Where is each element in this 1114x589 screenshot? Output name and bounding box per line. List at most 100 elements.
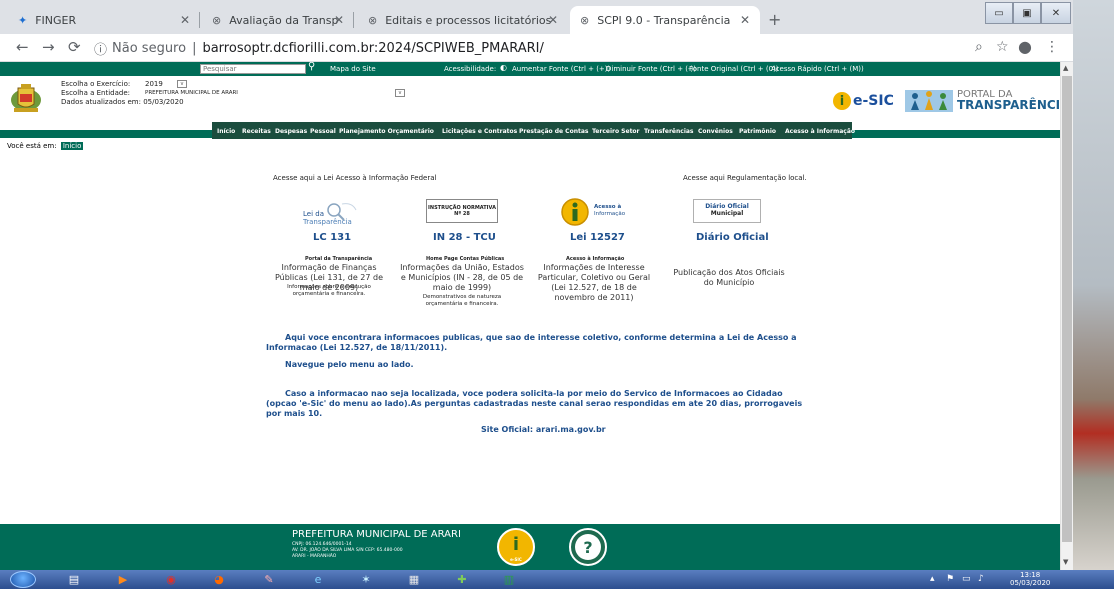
- menu-terceiro-setor[interactable]: Terceiro Setor: [592, 128, 640, 135]
- exercise-select[interactable]: 2019: [145, 80, 163, 88]
- globe-icon: ⊗: [580, 13, 590, 27]
- contrast-icon[interactable]: ◐: [500, 63, 507, 72]
- site-map-link[interactable]: Mapa do Site: [330, 65, 376, 73]
- firefox-icon[interactable]: ◕: [203, 571, 235, 588]
- footer-esic-button[interactable]: i e-SIC: [497, 528, 535, 566]
- request-paragraph: Caso a informacao nao seja localizada, v…: [266, 389, 803, 418]
- tab-title: FINGER: [35, 13, 77, 27]
- close-icon[interactable]: ✕: [334, 13, 344, 27]
- chrome-icon[interactable]: ◉: [155, 571, 187, 588]
- maximize-button[interactable]: ▣: [1013, 2, 1041, 24]
- clock[interactable]: 13:18 05/03/2020: [1010, 571, 1050, 587]
- menu-convenios[interactable]: Convênios: [698, 128, 733, 135]
- start-button[interactable]: [10, 571, 36, 588]
- media-player-icon[interactable]: ▶: [107, 571, 139, 588]
- url-text: barrosoptr.dcfiorilli.com.br:2024/SCPIWE…: [202, 40, 544, 56]
- decrease-font-link[interactable]: Diminuir Fonte (Ctrl + (-)): [606, 65, 696, 73]
- close-icon[interactable]: ✕: [180, 13, 190, 27]
- in28-small: Demonstrativos de natureza orçamentária …: [422, 294, 502, 307]
- entity-label: Escolha a Entidade:: [61, 89, 131, 97]
- ie-icon[interactable]: e: [302, 571, 334, 588]
- reload-icon[interactable]: ⟳: [68, 38, 81, 56]
- app-icon[interactable]: ✚: [446, 571, 478, 588]
- official-site-link[interactable]: Site Oficial: arari.ma.gov.br: [481, 425, 606, 435]
- portal-transparencia-logo[interactable]: PORTAL DA TRANSPARÊNCIA: [905, 86, 1060, 114]
- menu-inicio[interactable]: Início: [217, 128, 235, 135]
- menu-acesso-informacao[interactable]: Acesso à Informação: [785, 128, 855, 135]
- network-icon[interactable]: ▭: [962, 574, 971, 584]
- tab-editais[interactable]: ⊗ Editais e processos licitatórios ✕: [358, 6, 568, 34]
- menu-despesas[interactable]: Despesas: [275, 128, 307, 135]
- tab-avaliacao[interactable]: ⊗ Avaliação da Transparência dos / ✕: [202, 6, 354, 34]
- diario-logo-line2: Municipal: [710, 210, 744, 217]
- original-font-link[interactable]: Fonte Original (Ctrl + (0)): [689, 65, 779, 73]
- increase-font-link[interactable]: Aumentar Fonte (Ctrl + (+)): [512, 65, 610, 73]
- scroll-thumb[interactable]: [1062, 76, 1072, 542]
- portal-text: PORTAL DA TRANSPARÊNCIA: [957, 89, 1060, 111]
- quick-access-link[interactable]: Acesso Rápido (Ctrl + (M)): [771, 65, 864, 73]
- close-icon[interactable]: ✕: [548, 13, 558, 27]
- search-input[interactable]: Pesquisar: [200, 64, 306, 74]
- chevron-down-icon[interactable]: v: [177, 80, 187, 88]
- paint-icon[interactable]: ✎: [253, 571, 285, 588]
- breadcrumb: Você está em: Início: [7, 142, 84, 150]
- page-viewport: Pesquisar ⚲ Mapa do Site Acessibilidade:…: [0, 62, 1060, 570]
- tab-finger[interactable]: ✦ FINGER ✕: [8, 6, 200, 34]
- info-icon: i: [512, 533, 520, 555]
- profile-icon[interactable]: ●: [1018, 37, 1032, 56]
- clock-date: 05/03/2020: [1010, 579, 1051, 587]
- new-tab-button[interactable]: +: [768, 10, 781, 29]
- menu-dots-icon[interactable]: ⋮: [1045, 39, 1059, 55]
- tab-title: Avaliação da Transparência dos /: [229, 13, 339, 27]
- in28-title[interactable]: IN 28 - TCU: [433, 232, 496, 243]
- menu-prestacao[interactable]: Prestação de Contas: [519, 128, 588, 135]
- spreadsheet-icon[interactable]: ▥: [493, 571, 525, 588]
- browser-toolbar: ← → ⟳ ⓘ Não seguro | barrosoptr.dcfioril…: [0, 34, 1073, 62]
- lei12527-title[interactable]: Lei 12527: [570, 232, 625, 243]
- tool-icon[interactable]: ✶: [350, 571, 382, 588]
- lc131-title[interactable]: LC 131: [313, 232, 351, 243]
- people-icon: [905, 90, 953, 112]
- menu-patrimonio[interactable]: Patrimônio: [739, 128, 776, 135]
- menu-receitas[interactable]: Receitas: [242, 128, 271, 135]
- breadcrumb-label: Você está em:: [7, 142, 57, 150]
- flag-icon[interactable]: ⚑: [946, 574, 954, 584]
- footer-help-button[interactable]: ?: [569, 528, 607, 566]
- esic-logo[interactable]: i e-SIC: [833, 92, 894, 110]
- omnibox-divider: |: [192, 40, 197, 56]
- zoom-icon[interactable]: ⌕: [975, 39, 983, 55]
- menu-transferencias[interactable]: Transferências: [644, 128, 694, 135]
- back-icon[interactable]: ←: [16, 38, 29, 56]
- tab-scpi[interactable]: ⊗ SCPI 9.0 - Transparência ✕: [570, 6, 760, 34]
- breadcrumb-current[interactable]: Início: [60, 142, 84, 150]
- info-icon: i: [833, 92, 851, 110]
- security-label: Não seguro: [112, 40, 187, 56]
- lei12527-desc: Informações de Interesse Particular, Col…: [537, 263, 651, 302]
- lei12527-sub: Acesso à Informação: [566, 256, 625, 262]
- scroll-up-icon[interactable]: ▲: [1063, 64, 1068, 72]
- scroll-down-icon[interactable]: ▼: [1063, 558, 1068, 566]
- close-icon[interactable]: ✕: [740, 13, 750, 27]
- tray-arrow-icon[interactable]: ▴: [930, 574, 935, 584]
- lc131-logo-line1: Lei da: [303, 210, 324, 218]
- close-window-button[interactable]: ✕: [1041, 2, 1071, 24]
- chevron-down-icon[interactable]: v: [395, 89, 405, 97]
- entity-select[interactable]: PREFEITURA MUNICIPAL DE ARARI: [145, 90, 238, 96]
- explorer-icon[interactable]: ▤: [58, 571, 90, 588]
- diario-logo: Diário Oficial Municipal: [693, 199, 761, 223]
- minimize-button[interactable]: ▭: [985, 2, 1013, 24]
- help-icon: ?: [575, 534, 601, 560]
- calculator-icon[interactable]: ▦: [398, 571, 430, 588]
- menu-planejamento[interactable]: Planejamento Orçamentário: [339, 128, 434, 135]
- star-icon[interactable]: ☆: [996, 39, 1009, 55]
- search-icon[interactable]: ⚲: [308, 62, 315, 72]
- diario-title[interactable]: Diário Oficial: [696, 232, 769, 243]
- forward-icon[interactable]: →: [42, 38, 55, 56]
- scrollbar[interactable]: ▲ ▼: [1060, 62, 1073, 570]
- menu-pessoal[interactable]: Pessoal: [310, 128, 336, 135]
- finger-icon: ✦: [18, 13, 28, 27]
- volume-icon[interactable]: ♪: [978, 574, 984, 584]
- lc131-small: Informações sobre a execução orçamentári…: [287, 284, 371, 297]
- address-bar[interactable]: ⓘ Não seguro | barrosoptr.dcfiorilli.com…: [94, 38, 544, 58]
- menu-licitacoes[interactable]: Licitações e Contratos: [442, 128, 517, 135]
